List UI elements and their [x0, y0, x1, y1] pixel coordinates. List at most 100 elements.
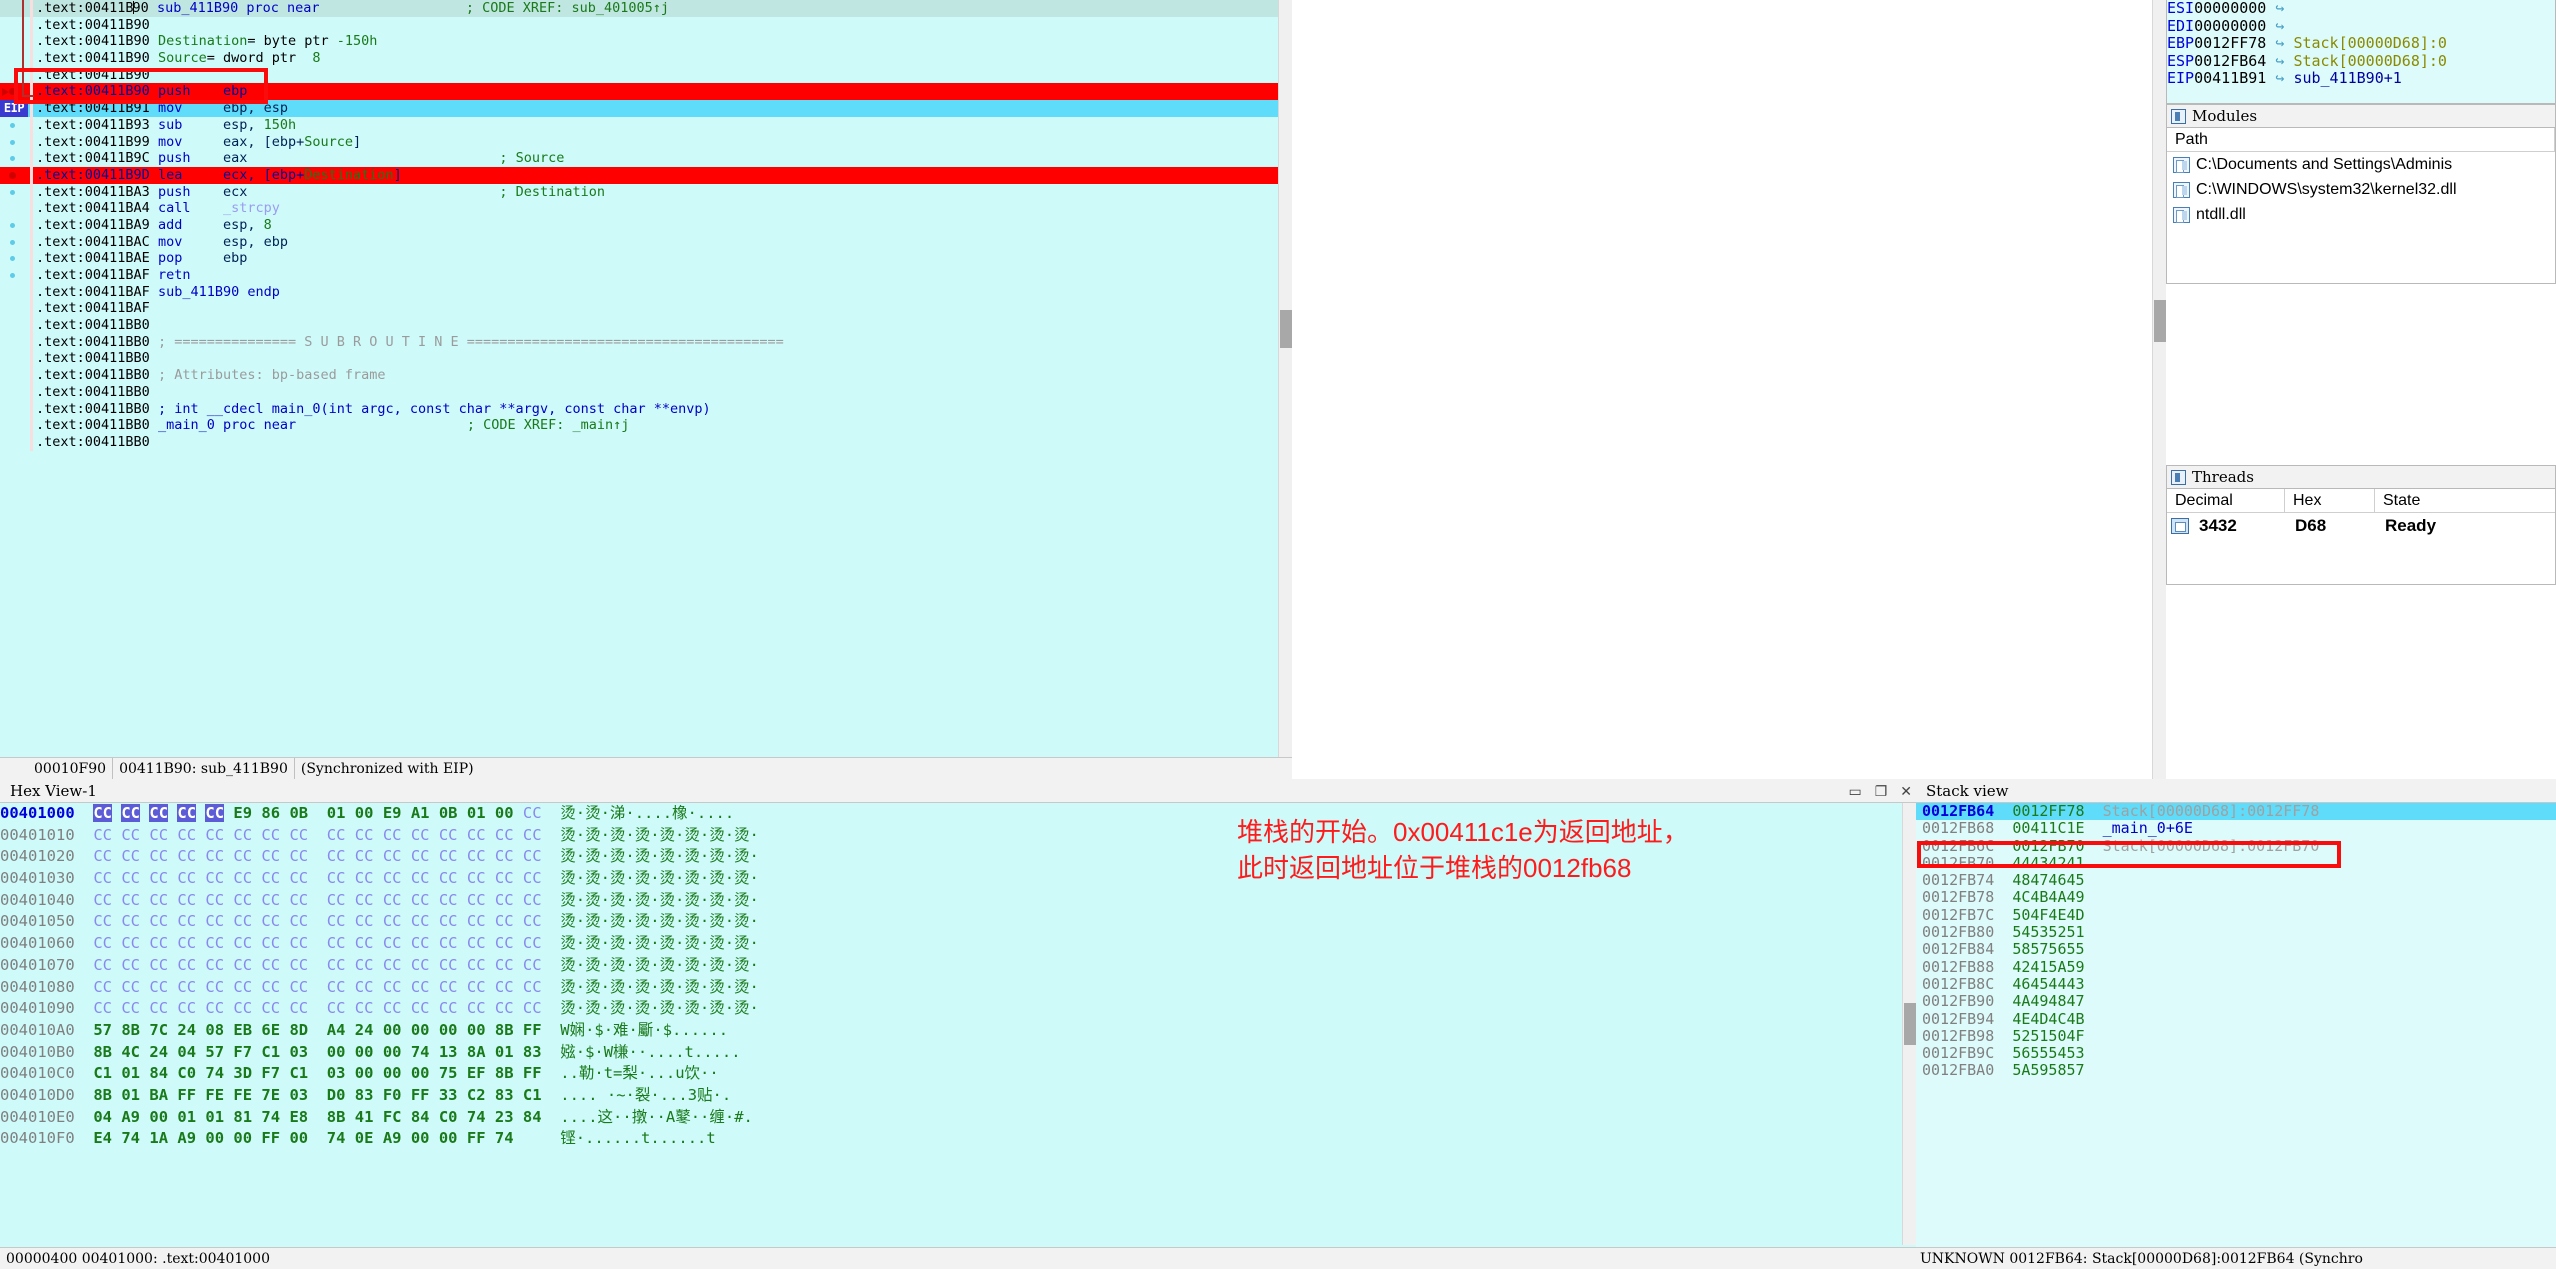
hex-byte[interactable]: 01 — [205, 1108, 224, 1126]
stack-value[interactable]: 56555453 — [2012, 1044, 2084, 1062]
hex-byte[interactable]: CC — [205, 934, 224, 952]
hex-byte[interactable]: CC — [205, 978, 224, 996]
hex-byte[interactable]: CC — [439, 999, 458, 1017]
hex-byte[interactable]: CC — [467, 999, 486, 1017]
hex-byte[interactable]: CC — [495, 956, 514, 974]
hex-byte[interactable]: CC — [261, 999, 280, 1017]
modules-body[interactable]: Path C:\Documents and Settings\Adminis C:… — [2166, 128, 2556, 284]
hex-byte[interactable]: 7C — [149, 1021, 168, 1039]
hex-byte[interactable]: CC — [121, 804, 141, 822]
hex-byte[interactable]: CC — [411, 891, 430, 909]
hex-byte[interactable]: 00 — [355, 1064, 374, 1082]
hex-byte[interactable]: E9 — [233, 804, 252, 822]
hex-byte[interactable]: 00 — [383, 1043, 402, 1061]
hex-byte[interactable]: CC — [495, 826, 514, 844]
hex-byte[interactable]: CC — [261, 934, 280, 952]
hex-byte[interactable]: 01 — [121, 1086, 140, 1104]
stack-value[interactable]: 46454443 — [2012, 975, 2084, 993]
hex-byte[interactable]: CC — [289, 826, 308, 844]
stack-row[interactable]: 0012FB64 0012FF78 Stack[00000D68]:0012FF… — [1916, 802, 2556, 821]
hex-byte[interactable]: CC — [523, 826, 542, 844]
disassembly-line[interactable]: .text:00411B90 push ebp — [0, 83, 1292, 101]
hex-byte[interactable]: CC — [121, 934, 140, 952]
hex-byte[interactable]: CC — [261, 891, 280, 909]
hex-byte[interactable]: 00 — [355, 1043, 374, 1061]
registers-panel[interactable]: ESI00000000 ↪ EDI00000000 ↪ EBP0012FF78 … — [2166, 0, 2556, 104]
hex-byte[interactable]: 0B — [439, 804, 458, 822]
hex-byte[interactable]: 00 — [383, 1064, 402, 1082]
stack-value[interactable]: 4E4D4C4B — [2012, 1010, 2084, 1028]
hex-byte[interactable]: CC — [495, 847, 514, 865]
hex-byte[interactable]: CC — [205, 999, 224, 1017]
stack-value[interactable]: 54535251 — [2012, 923, 2084, 941]
hex-byte[interactable]: CC — [233, 978, 252, 996]
hex-byte[interactable]: CC — [149, 826, 168, 844]
hex-row[interactable]: 00401000 CC CC CC CC CC E9 86 0B 01 00 E… — [0, 803, 1916, 825]
stack-row-list[interactable]: 0012FB64 0012FF78 Stack[00000D68]:0012FF… — [1916, 802, 2556, 1080]
disassembly-line[interactable]: .text:00411B90 — [0, 16, 1292, 34]
hex-byte[interactable]: 04 — [93, 1108, 112, 1126]
hex-byte[interactable]: CC — [289, 847, 308, 865]
hex-byte[interactable]: CC — [205, 891, 224, 909]
threads-row-list[interactable]: 3432 D68 Ready — [2167, 513, 2555, 539]
stack-row[interactable]: 0012FB8C 46454443 — [1916, 975, 2556, 993]
hex-byte[interactable]: CC — [523, 956, 542, 974]
thread-row[interactable]: 3432 D68 Ready — [2167, 513, 2555, 539]
hex-byte[interactable]: BA — [149, 1086, 168, 1104]
hex-byte[interactable]: CC — [355, 869, 374, 887]
disassembly-view[interactable]: .text:00411B90 sub_411B90 proc near ; CO… — [0, 0, 1292, 779]
hex-byte[interactable]: CC — [149, 978, 168, 996]
hex-byte[interactable]: CC — [383, 999, 402, 1017]
hex-byte[interactable]: 00 — [439, 1129, 458, 1147]
stack-row[interactable]: 0012FB80 54535251 — [1916, 923, 2556, 941]
hex-byte[interactable]: C1 — [289, 1064, 308, 1082]
hex-byte[interactable]: C1 — [93, 1064, 112, 1082]
hex-row[interactable]: 00401090 CC CC CC CC CC CC CC CC CC CC C… — [0, 998, 1916, 1020]
disassembly-line[interactable]: .text:00411BB0 — [0, 317, 1292, 334]
hex-byte[interactable]: 57 — [93, 1021, 112, 1039]
stack-row[interactable]: 0012FB9C 56555453 — [1916, 1045, 2556, 1062]
register-value[interactable]: 00411B91 — [2194, 69, 2266, 87]
hex-byte[interactable]: CC — [439, 934, 458, 952]
hex-byte[interactable]: CC — [523, 847, 542, 865]
hex-byte[interactable]: CC — [205, 804, 225, 822]
hex-byte[interactable]: A9 — [177, 1129, 196, 1147]
disassembly-line[interactable]: .text:00411B90 Source= dword ptr 8 — [0, 50, 1292, 67]
hex-byte[interactable]: CC — [467, 847, 486, 865]
hex-byte[interactable]: CC — [289, 999, 308, 1017]
hex-byte[interactable]: CC — [523, 999, 542, 1017]
hex-byte[interactable]: CC — [177, 847, 196, 865]
disassembly-line[interactable]: .text:00411B90 Destination= byte ptr -15… — [0, 33, 1292, 51]
disassembly-scrollbar[interactable] — [1278, 0, 1292, 779]
hex-byte[interactable]: 13 — [439, 1043, 458, 1061]
hex-byte[interactable]: 03 — [289, 1086, 308, 1104]
hex-byte[interactable]: 8B — [495, 1021, 514, 1039]
right-pane-scroll-thumb[interactable] — [2154, 300, 2166, 342]
disassembly-line-list[interactable]: .text:00411B90 sub_411B90 proc near ; CO… — [0, 0, 1292, 451]
hex-byte[interactable]: CC — [383, 934, 402, 952]
hex-byte[interactable]: CC — [411, 934, 430, 952]
hex-byte[interactable]: CC — [411, 978, 430, 996]
hex-byte[interactable]: D0 — [327, 1086, 346, 1104]
register-row[interactable]: ESP0012FB64 ↪ Stack[00000D68]:0 — [2167, 52, 2555, 71]
hex-byte[interactable]: CC — [495, 869, 514, 887]
threads-panel[interactable]: Threads Decimal Hex State 3432 D68 Ready — [2166, 465, 2556, 585]
hex-byte[interactable]: CC — [355, 847, 374, 865]
hex-byte[interactable]: 01 — [495, 1043, 514, 1061]
hex-byte[interactable]: CC — [149, 956, 168, 974]
hex-byte[interactable]: E9 — [383, 804, 402, 822]
modules-row-list[interactable]: C:\Documents and Settings\Adminis C:\WIND… — [2167, 152, 2555, 227]
hex-byte[interactable]: CC — [467, 934, 486, 952]
register-row[interactable]: EIP00411B91 ↪ sub_411B90+1 — [2167, 69, 2555, 88]
disassembly-line[interactable]: .text:00411BAC mov esp, ebp — [0, 233, 1292, 251]
hex-byte[interactable]: CC — [439, 847, 458, 865]
hex-byte[interactable]: 74 — [467, 1108, 486, 1126]
hex-byte[interactable]: CC — [327, 847, 346, 865]
hex-byte[interactable]: CC — [233, 891, 252, 909]
hex-byte[interactable]: CC — [93, 978, 112, 996]
hex-byte[interactable]: CC — [289, 869, 308, 887]
hex-byte[interactable]: CC — [261, 869, 280, 887]
modules-panel[interactable]: Modules Path C:\Documents and Settings\A… — [2166, 104, 2556, 284]
stack-symbol[interactable]: _main_0+6E — [2103, 819, 2193, 837]
hex-byte[interactable]: 83 — [355, 1086, 374, 1104]
